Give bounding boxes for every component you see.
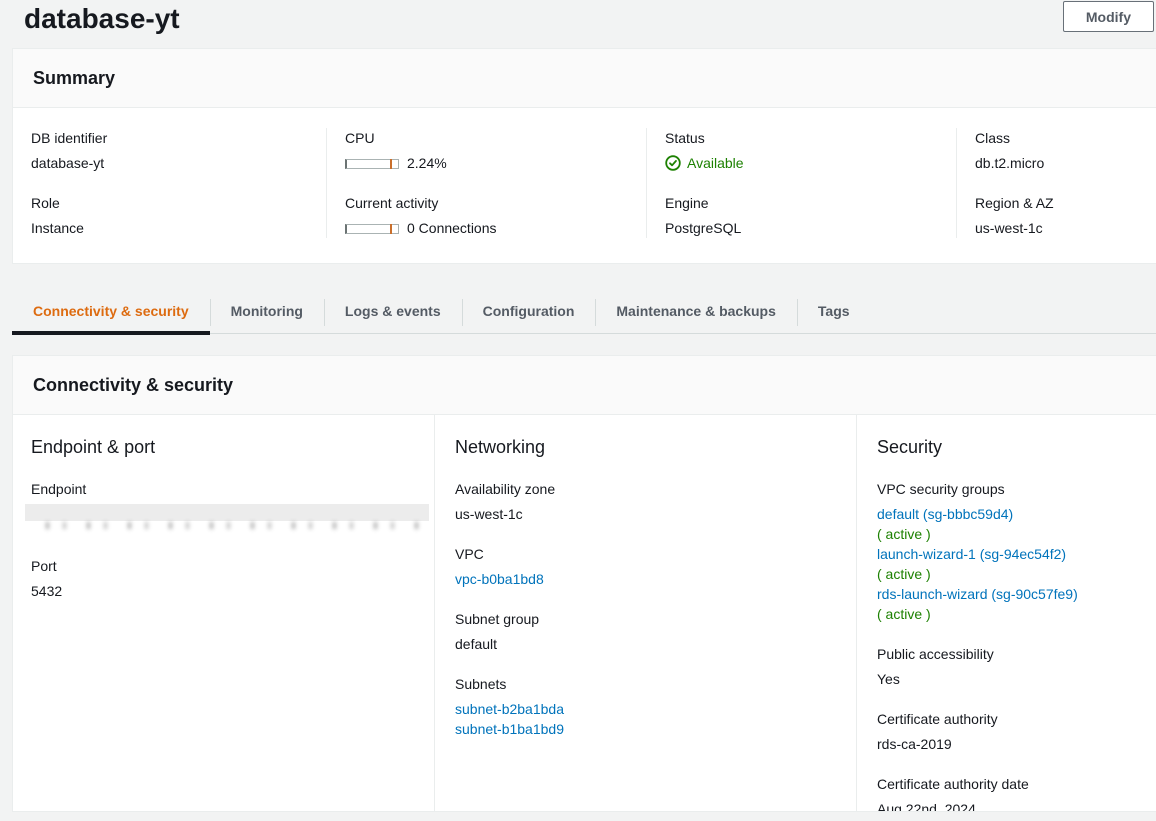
status-label: Status xyxy=(665,128,956,148)
db-identifier-field: DB identifier database-yt xyxy=(31,128,326,173)
certificate-authority-field: Certificate authority rds-ca-2019 xyxy=(877,709,1156,754)
vpc-security-groups-label: VPC security groups xyxy=(877,479,1156,499)
modify-button[interactable]: Modify xyxy=(1063,1,1154,32)
public-accessibility-label: Public accessibility xyxy=(877,644,1156,664)
subnet-link-2[interactable]: subnet-b1ba1bd9 xyxy=(455,721,564,737)
db-identifier-label: DB identifier xyxy=(31,128,326,148)
networking-column: Networking Availability zone us-west-1c … xyxy=(434,415,856,812)
region-az-field: Region & AZ us-west-1c xyxy=(975,193,1156,238)
security-groups-list: default (sg-bbbc59d4) ( active ) launch-… xyxy=(877,504,1156,624)
subnets-label: Subnets xyxy=(455,674,856,694)
security-group-status-1: ( active ) xyxy=(877,524,1156,544)
endpoint-port-heading: Endpoint & port xyxy=(31,435,434,459)
redaction-smudge xyxy=(37,522,427,529)
certificate-authority-value: rds-ca-2019 xyxy=(877,734,1156,754)
current-activity-gauge xyxy=(345,224,399,234)
current-activity-label: Current activity xyxy=(345,193,646,213)
tab-monitoring[interactable]: Monitoring xyxy=(210,292,324,333)
tab-maintenance-backups[interactable]: Maintenance & backups xyxy=(595,292,797,333)
port-value: 5432 xyxy=(31,581,434,601)
connectivity-body: Endpoint & port Endpoint Port 5432 Netwo… xyxy=(13,415,1156,812)
security-group-link-2[interactable]: launch-wizard-1 (sg-94ec54f2) xyxy=(877,546,1066,562)
cpu-label: CPU xyxy=(345,128,646,148)
cpu-gauge-tick xyxy=(390,159,392,169)
vpc-field: VPC vpc-b0ba1bd8 xyxy=(455,544,856,589)
vpc-link[interactable]: vpc-b0ba1bd8 xyxy=(455,571,544,587)
vpc-label: VPC xyxy=(455,544,856,564)
public-accessibility-field: Public accessibility Yes xyxy=(877,644,1156,689)
tab-tags[interactable]: Tags xyxy=(797,292,871,333)
subnet-group-value: default xyxy=(455,634,856,654)
subnet-group-field: Subnet group default xyxy=(455,609,856,654)
page-title: database-yt xyxy=(24,0,1132,38)
engine-label: Engine xyxy=(665,193,956,213)
cpu-value-row: 2.24% xyxy=(345,153,646,173)
security-heading: Security xyxy=(877,435,1156,459)
cpu-gauge xyxy=(345,159,399,169)
networking-heading: Networking xyxy=(455,435,856,459)
endpoint-field: Endpoint xyxy=(31,479,434,529)
security-group-link-3[interactable]: rds-launch-wizard (sg-90c57fe9) xyxy=(877,586,1078,602)
summary-column-status: Status Available Engine PostgreSQL xyxy=(646,128,956,238)
tab-connectivity-security[interactable]: Connectivity & security xyxy=(12,292,210,333)
status-value-row: Available xyxy=(665,153,956,173)
endpoint-port-column: Endpoint & port Endpoint Port 5432 xyxy=(13,415,434,812)
summary-column-metrics: CPU 2.24% Current activity 0 Connections xyxy=(326,128,646,238)
availability-zone-label: Availability zone xyxy=(455,479,856,499)
connectivity-security-panel: Connectivity & security Endpoint & port … xyxy=(12,355,1156,812)
cpu-field: CPU 2.24% xyxy=(345,128,646,173)
subnet-link-1[interactable]: subnet-b2ba1bda xyxy=(455,701,564,717)
detail-tabs: Connectivity & security Monitoring Logs … xyxy=(12,292,1156,334)
engine-field: Engine PostgreSQL xyxy=(665,193,956,238)
current-activity-gauge-tick xyxy=(390,224,392,234)
port-field: Port 5432 xyxy=(31,556,434,601)
subnets-field: Subnets subnet-b2ba1bda subnet-b1ba1bd9 xyxy=(455,674,856,739)
availability-zone-value: us-west-1c xyxy=(455,504,856,524)
engine-value: PostgreSQL xyxy=(665,218,956,238)
tab-configuration[interactable]: Configuration xyxy=(462,292,596,333)
summary-body: DB identifier database-yt Role Instance … xyxy=(13,108,1156,263)
summary-panel-title: Summary xyxy=(13,49,1156,108)
class-field: Class db.t2.micro xyxy=(975,128,1156,173)
role-value: Instance xyxy=(31,218,326,238)
redaction-bar xyxy=(25,504,429,521)
security-group-status-2: ( active ) xyxy=(877,564,1156,584)
role-label: Role xyxy=(31,193,326,213)
certificate-authority-date-value: Aug 22nd, 2024 xyxy=(877,799,1156,812)
status-field: Status Available xyxy=(665,128,956,173)
endpoint-value-redacted xyxy=(31,504,434,529)
current-activity-value-row: 0 Connections xyxy=(345,218,646,238)
class-value: db.t2.micro xyxy=(975,153,1156,173)
connectivity-panel-title: Connectivity & security xyxy=(13,356,1156,415)
tab-logs-events[interactable]: Logs & events xyxy=(324,292,462,333)
summary-panel: Summary DB identifier database-yt Role I… xyxy=(12,48,1156,264)
db-identifier-value: database-yt xyxy=(31,153,326,173)
region-az-value: us-west-1c xyxy=(975,218,1156,238)
cpu-value: 2.24% xyxy=(407,155,447,171)
certificate-authority-date-field: Certificate authority date Aug 22nd, 202… xyxy=(877,774,1156,812)
current-activity-value: 0 Connections xyxy=(407,220,497,236)
availability-zone-field: Availability zone us-west-1c xyxy=(455,479,856,524)
role-field: Role Instance xyxy=(31,193,326,238)
security-group-link-1[interactable]: default (sg-bbbc59d4) xyxy=(877,506,1013,522)
class-label: Class xyxy=(975,128,1156,148)
certificate-authority-label: Certificate authority xyxy=(877,709,1156,729)
check-circle-icon xyxy=(665,155,681,171)
security-column: Security VPC security groups default (sg… xyxy=(856,415,1156,812)
summary-column-identity: DB identifier database-yt Role Instance xyxy=(13,128,326,238)
page-header: database-yt Modify xyxy=(0,0,1156,48)
subnet-group-label: Subnet group xyxy=(455,609,856,629)
public-accessibility-value: Yes xyxy=(877,669,1156,689)
current-activity-field: Current activity 0 Connections xyxy=(345,193,646,238)
summary-column-class: Class db.t2.micro Region & AZ us-west-1c xyxy=(956,128,1156,238)
status-value: Available xyxy=(687,153,744,173)
certificate-authority-date-label: Certificate authority date xyxy=(877,774,1156,794)
security-group-status-3: ( active ) xyxy=(877,604,1156,624)
region-az-label: Region & AZ xyxy=(975,193,1156,213)
endpoint-label: Endpoint xyxy=(31,479,434,499)
port-label: Port xyxy=(31,556,434,576)
